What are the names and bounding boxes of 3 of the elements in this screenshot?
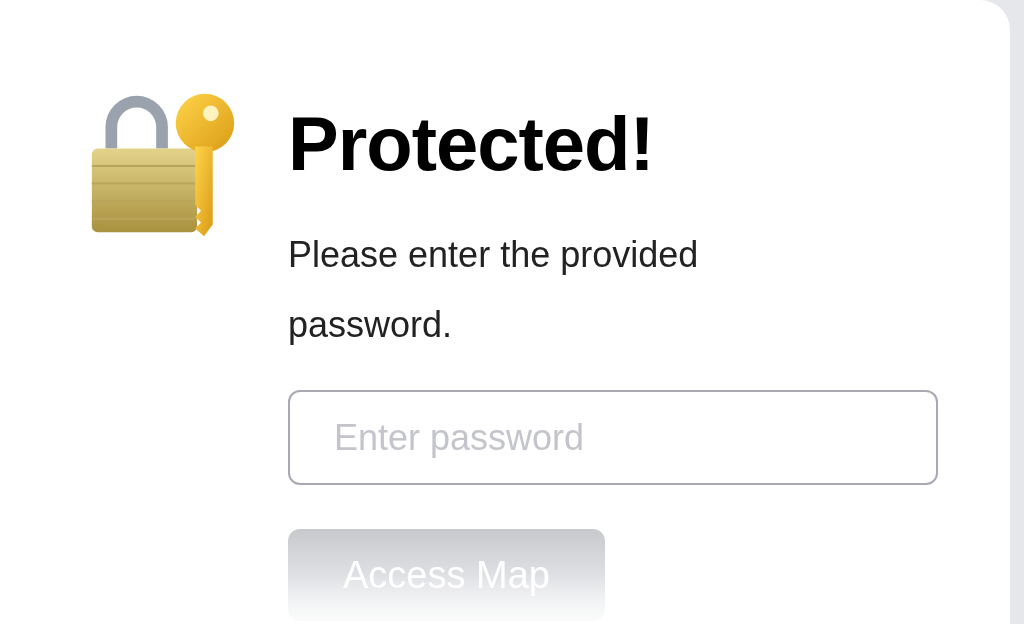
- instruction-text: Please enter the provided password.: [288, 233, 700, 347]
- password-field[interactable]: Enter password: [288, 390, 938, 485]
- page-title: Protected!: [288, 106, 654, 182]
